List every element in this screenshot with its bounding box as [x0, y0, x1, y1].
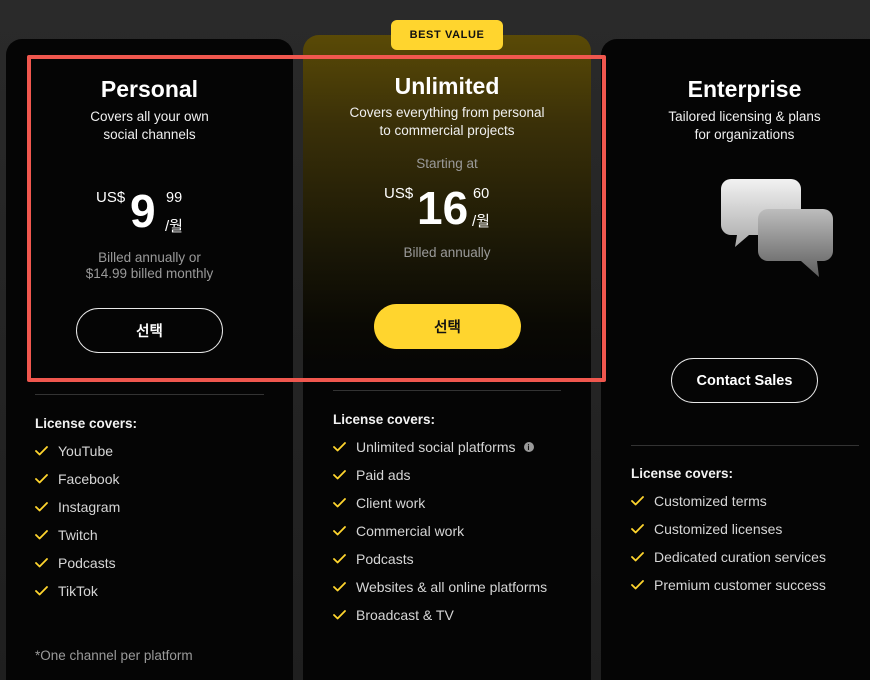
- price-currency: US$: [96, 189, 126, 206]
- feature-label: Podcasts: [356, 551, 414, 567]
- plan-subtitle-line1: Covers all your own: [90, 109, 209, 124]
- price-whole: 16: [417, 182, 469, 234]
- divider: [631, 445, 859, 446]
- feature-label: Unlimited social platforms: [356, 439, 516, 455]
- billing-line2: $14.99 billed monthly: [85, 266, 214, 281]
- check-icon: [631, 552, 654, 562]
- feature-item: Twitch: [35, 521, 120, 549]
- plan-card-unlimited: Unlimited Covers everything from persona…: [303, 35, 591, 680]
- check-icon: [333, 582, 356, 592]
- divider: [35, 394, 264, 395]
- check-icon: [333, 554, 356, 564]
- footnote: *One channel per platform: [35, 648, 193, 663]
- check-icon: [333, 610, 356, 620]
- info-icon[interactable]: i: [523, 442, 534, 452]
- plan-title: Enterprise: [687, 76, 802, 102]
- feature-item: Broadcast & TV: [333, 601, 547, 629]
- best-value-badge: BEST VALUE: [391, 20, 503, 50]
- feature-item: Podcasts: [35, 549, 120, 577]
- feature-item: Dedicated curation services: [631, 543, 826, 571]
- divider: [333, 390, 561, 391]
- feature-item: Unlimited social platforms i: [333, 433, 547, 461]
- plan-subtitle-line1: Covers everything from personal: [349, 105, 545, 120]
- check-icon: [333, 470, 356, 480]
- select-personal-button[interactable]: 선택: [76, 308, 223, 353]
- feature-item: Customized terms: [631, 487, 826, 515]
- feature-label: Paid ads: [356, 467, 411, 483]
- plan-card-personal: Personal Covers all your own social chan…: [6, 39, 293, 680]
- starting-at-label: Starting at: [416, 156, 478, 171]
- feature-label: Facebook: [58, 471, 120, 487]
- check-icon: [333, 498, 356, 508]
- feature-label: Commercial work: [356, 523, 465, 539]
- feature-item: Instagram: [35, 493, 120, 521]
- price-period: /월: [472, 213, 490, 230]
- feature-list: YouTube Facebook Instagram Twitch Podcasts Ti…: [35, 437, 120, 605]
- check-icon: [333, 526, 356, 536]
- feature-label: Broadcast & TV: [356, 607, 454, 623]
- feature-label: Client work: [356, 495, 426, 511]
- plan-subtitle-line2: for organizations: [694, 127, 795, 142]
- license-covers-title: License covers:: [35, 416, 138, 431]
- feature-item: Commercial work: [333, 517, 547, 545]
- chat-bubbles-icon: [719, 177, 834, 284]
- check-icon: [631, 580, 654, 590]
- feature-item: YouTube: [35, 437, 120, 465]
- feature-item: Client work: [333, 489, 547, 517]
- plan-price: US$ 16 60 /월: [303, 184, 591, 244]
- feature-label: Customized licenses: [654, 521, 783, 537]
- price-cents: 99: [166, 190, 183, 206]
- plan-price: US$ 9 99 /월: [6, 187, 293, 247]
- feature-item: Customized licenses: [631, 515, 826, 543]
- feature-item: Facebook: [35, 465, 120, 493]
- feature-list: Unlimited social platforms i Paid ads Clien…: [333, 433, 547, 629]
- plan-subtitle-line2: to commercial projects: [379, 123, 515, 138]
- check-icon: [333, 442, 356, 452]
- check-icon: [35, 586, 58, 596]
- check-icon: [35, 446, 58, 456]
- feature-label: YouTube: [58, 443, 114, 459]
- feature-list: Customized terms Customized licenses Dedic…: [631, 487, 826, 599]
- check-icon: [35, 502, 58, 512]
- billing-line: Billed annually: [403, 245, 491, 260]
- check-icon: [35, 474, 58, 484]
- feature-item: Premium customer success: [631, 571, 826, 599]
- feature-label: Instagram: [58, 499, 121, 515]
- plan-subtitle-line1: Tailored licensing & plans: [668, 109, 821, 124]
- feature-item: Websites & all online platforms: [333, 573, 547, 601]
- check-icon: [35, 530, 58, 540]
- check-icon: [631, 524, 654, 534]
- plan-title: Personal: [100, 76, 199, 102]
- plan-subtitle-line2: social channels: [103, 127, 196, 142]
- feature-item: TikTok: [35, 577, 120, 605]
- feature-label: Websites & all online platforms: [356, 579, 548, 595]
- feature-label: Customized terms: [654, 493, 767, 509]
- plan-title: Unlimited: [394, 73, 500, 99]
- feature-label: Podcasts: [58, 555, 116, 571]
- feature-label: Twitch: [58, 527, 98, 543]
- license-covers-title: License covers:: [333, 412, 436, 427]
- feature-label: Dedicated curation services: [654, 549, 826, 565]
- contact-sales-button[interactable]: Contact Sales: [671, 358, 818, 403]
- price-whole: 9: [130, 185, 156, 237]
- price-cents: 60: [473, 186, 490, 202]
- select-unlimited-button[interactable]: 선택: [374, 304, 521, 349]
- feature-item: Paid ads: [333, 461, 547, 489]
- license-covers-title: License covers:: [631, 466, 734, 481]
- plan-card-enterprise: Enterprise Tailored licensing & plans fo…: [601, 39, 870, 680]
- price-period: /월: [165, 218, 183, 235]
- pricing-section: BEST VALUE Personal Covers all your own …: [0, 0, 870, 680]
- check-icon: [631, 496, 654, 506]
- feature-label: TikTok: [58, 583, 98, 599]
- billing-line1: Billed annually or: [98, 250, 201, 265]
- price-currency: US$: [384, 185, 414, 202]
- feature-item: Podcasts: [333, 545, 547, 573]
- feature-label: Premium customer success: [654, 577, 826, 593]
- check-icon: [35, 558, 58, 568]
